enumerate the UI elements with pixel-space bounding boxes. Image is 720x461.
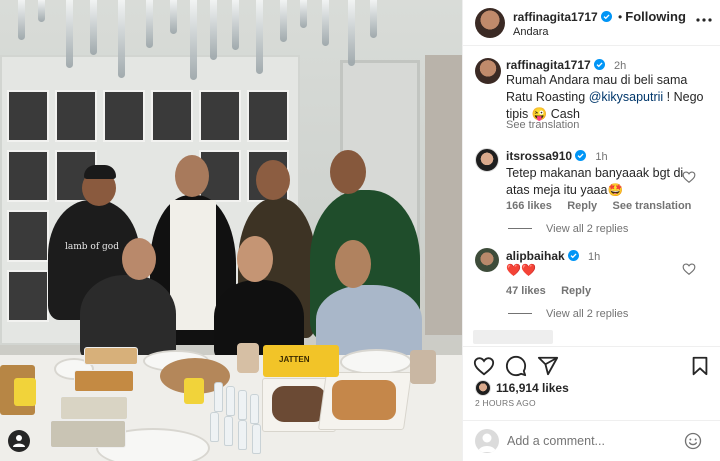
comment-icon[interactable]	[505, 355, 527, 377]
caption-mention[interactable]: @kikysaputrii	[589, 90, 664, 104]
heart-icon[interactable]	[473, 355, 495, 377]
wall-frame	[103, 90, 145, 142]
person-head	[335, 240, 371, 288]
wall-frame	[151, 90, 193, 142]
view-replies-button[interactable]: View all 2 replies	[508, 223, 628, 235]
likes-count[interactable]: 116,914 likes	[496, 381, 569, 395]
reply-button[interactable]: Reply	[561, 285, 591, 297]
person-head	[330, 150, 366, 194]
comment-time: 1h	[595, 151, 608, 163]
wall-frame	[7, 270, 49, 322]
post-header: raffinagita1717 • Following Andara	[463, 0, 720, 46]
location-link[interactable]: Andara	[513, 26, 548, 38]
post-sidebar: raffinagita1717 • Following Andara raffin…	[462, 0, 720, 461]
verified-badge-icon	[575, 150, 587, 161]
commenter-avatar[interactable]	[475, 148, 499, 172]
verified-badge-icon	[567, 250, 579, 261]
door-side	[425, 55, 462, 335]
view-replies-button[interactable]: View all 2 replies	[508, 308, 628, 320]
yellow-box-label: JATTEN	[279, 355, 310, 364]
wall-frame	[7, 90, 49, 142]
juice-carton	[14, 378, 36, 406]
water-bottle	[214, 382, 223, 412]
comment-username[interactable]: alipbaihak	[506, 249, 565, 263]
comment-composer	[463, 420, 720, 461]
comment-text: ❤️❤️	[506, 263, 536, 277]
bookmark-icon[interactable]	[689, 355, 711, 377]
verified-badge-icon	[593, 59, 605, 70]
comment-likes[interactable]: 47 likes	[506, 285, 546, 297]
comment-header: itsrossa910 1h	[506, 149, 608, 163]
share-icon[interactable]	[537, 355, 559, 377]
snack-box	[84, 347, 138, 365]
separator-dot: •	[618, 10, 623, 24]
wall-frame	[55, 90, 97, 142]
author-username[interactable]: raffinagita1717	[513, 10, 598, 24]
water-bottle	[224, 416, 233, 446]
cap	[84, 165, 116, 179]
wall-frame	[7, 150, 49, 202]
drink-cup	[410, 350, 436, 384]
comment-meta: 166 likes Reply See translation	[506, 198, 691, 212]
caption-header: raffinagita1717 2h	[506, 58, 626, 72]
water-bottle	[250, 394, 259, 424]
emoji-icon[interactable]	[684, 432, 702, 450]
comment-username[interactable]: itsrossa910	[506, 149, 572, 163]
water-bottle	[238, 390, 247, 420]
person-head	[237, 236, 273, 282]
user-tag-button[interactable]	[8, 430, 30, 452]
comment-text: Tetep makanan banyaaak bgt di atas meja …	[506, 166, 684, 197]
wall-frame	[7, 210, 49, 262]
caption-see-translation[interactable]: See translation	[506, 119, 579, 131]
caption-avatar[interactable]	[475, 58, 501, 84]
following-button[interactable]: Following	[625, 9, 686, 24]
cookies	[272, 386, 326, 422]
water-bottle	[252, 424, 261, 454]
replies-line	[508, 313, 532, 314]
comment-meta: 47 likes Reply	[506, 283, 591, 297]
yellow-box: JATTEN	[263, 345, 339, 377]
comment-like-icon[interactable]	[682, 262, 696, 276]
reply-button[interactable]: Reply	[567, 200, 597, 212]
viewer-avatar	[475, 429, 499, 453]
person-head	[256, 160, 290, 200]
water-bottle	[210, 412, 219, 442]
user-tag-icon	[13, 435, 25, 447]
juice-carton	[184, 378, 204, 404]
comment-like-icon[interactable]	[682, 170, 696, 184]
person-head	[122, 238, 156, 280]
caption-time: 2h	[614, 60, 627, 72]
view-replies-label: View all 2 replies	[546, 223, 629, 235]
tshirt-print: lamb of god	[65, 242, 119, 252]
post-photo[interactable]: lamb of god JATTEN	[0, 0, 462, 461]
water-bottle	[238, 420, 247, 450]
caption-username[interactable]: raffinagita1717	[506, 58, 591, 72]
comment-header: alipbaihak 1h	[506, 249, 600, 263]
drink-cup	[237, 343, 259, 373]
replies-line	[508, 228, 532, 229]
caption-text: Rumah Andara mau di beli sama Ratu Roast…	[506, 72, 706, 123]
water-bottle	[226, 386, 235, 416]
author-avatar[interactable]	[475, 8, 505, 38]
person-head	[175, 155, 209, 197]
verified-badge-icon	[600, 11, 612, 22]
comment-input[interactable]	[507, 431, 677, 451]
loading-placeholder	[473, 330, 553, 344]
post-timestamp[interactable]: 2 HOURS AGO	[475, 398, 536, 408]
wall-frame	[199, 90, 241, 142]
comment-see-translation[interactable]: See translation	[613, 200, 692, 212]
white-sweater	[170, 200, 216, 330]
snack-box	[50, 420, 126, 448]
default-avatar-icon	[478, 433, 496, 452]
snack-box	[60, 396, 128, 420]
view-replies-label: View all 2 replies	[546, 308, 629, 320]
author-line: raffinagita1717 • Following	[513, 9, 686, 24]
snack-box	[74, 370, 134, 392]
more-icon[interactable]	[696, 18, 712, 22]
wall-frame	[247, 90, 289, 142]
liker-avatar	[475, 380, 491, 396]
comment-likes[interactable]: 166 likes	[506, 200, 552, 212]
pastries	[332, 380, 396, 420]
commenter-avatar[interactable]	[475, 248, 499, 272]
